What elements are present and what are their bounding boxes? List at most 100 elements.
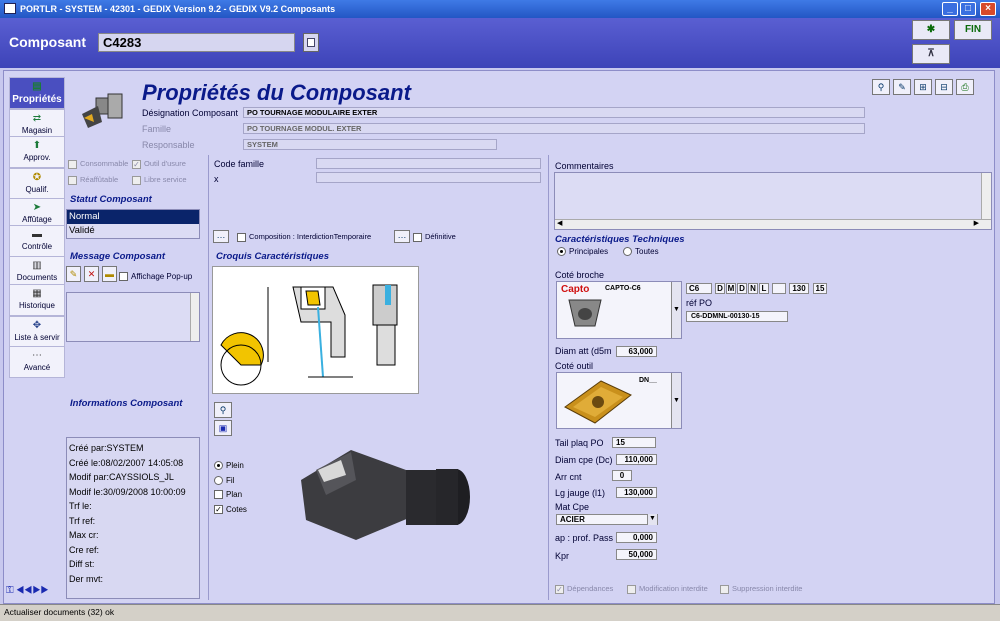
principales-radio[interactable] — [557, 247, 566, 257]
modif-interdite-option[interactable]: Modification interdite — [627, 584, 708, 594]
outil-usure-option[interactable]: ✓ Outil d'usure — [132, 159, 186, 169]
component-picker-button[interactable] — [303, 33, 319, 52]
search-icon[interactable]: ⚲ — [872, 79, 890, 95]
code-cell[interactable]: N — [748, 283, 758, 294]
code-cell[interactable]: M — [726, 283, 736, 294]
component-code-field[interactable]: C4283 — [98, 33, 295, 52]
code-cell[interactable] — [772, 283, 786, 294]
consommable-checkbox[interactable] — [68, 159, 77, 169]
commentaires-vscroll[interactable] — [981, 173, 991, 219]
message-textarea[interactable] — [66, 292, 200, 342]
commentaires-hscroll[interactable]: ◀ ▶ — [555, 219, 991, 229]
camera-icon[interactable]: ▣ — [214, 420, 232, 436]
libre-service-option[interactable]: Libre service — [132, 175, 187, 185]
maximize-button[interactable]: □ — [960, 2, 976, 16]
statut-item-normal[interactable]: Normal — [67, 210, 199, 224]
definitive-checkbox[interactable] — [413, 232, 422, 242]
zoom-icon[interactable]: ⚲ — [214, 402, 232, 418]
cote-broche-select[interactable]: Capto CAPTO-C6 ▼ — [556, 281, 682, 339]
toutes-radio[interactable] — [623, 247, 632, 257]
kpr-field[interactable]: 50,000 — [616, 549, 657, 560]
modif-interdite-checkbox[interactable] — [627, 584, 636, 594]
info-line: Cre ref: — [69, 544, 100, 555]
cote-outil-dropdown-icon[interactable]: ▼ — [671, 373, 681, 428]
dependances-option[interactable]: ✓ Dépendances — [555, 584, 613, 594]
responsable-field[interactable]: SYSTEM — [243, 139, 497, 150]
code-cell[interactable]: D — [715, 283, 725, 294]
definitive-more-button[interactable]: … — [394, 230, 410, 243]
sidebar-item-approv[interactable]: ⬆ Approv. — [9, 136, 65, 168]
sidebar-item-qualif[interactable]: ✪ Qualif. — [9, 168, 65, 200]
minimize-button[interactable]: _ — [942, 2, 958, 16]
famille-field[interactable]: PO TOURNAGE MODUL. EXTER — [243, 123, 865, 134]
popup-checkbox[interactable] — [119, 272, 128, 282]
view-plein-option[interactable]: Plein — [214, 459, 294, 474]
last-record-icon[interactable]: ▶ — [40, 585, 48, 596]
link-icon[interactable]: ⊟ — [935, 79, 953, 95]
sidebar-item-historique[interactable]: ▦ Historique — [9, 284, 65, 316]
mat-cpe-select[interactable]: ACIER ▼ — [556, 514, 658, 525]
view-plan-checkbox[interactable] — [214, 490, 223, 500]
code-famille-field[interactable] — [316, 158, 541, 169]
close-button[interactable]: × — [980, 2, 996, 16]
dependances-checkbox[interactable]: ✓ — [555, 584, 564, 594]
composition-more-button[interactable]: … — [213, 230, 229, 243]
tail-plaq-field[interactable]: 15 — [612, 437, 656, 448]
print-icon[interactable]: ⎙ — [956, 79, 974, 95]
view-fil-radio[interactable] — [214, 475, 223, 485]
sidebar-item-proprietes[interactable]: ▤ Propriétés — [9, 77, 65, 109]
sidebar-item-liste[interactable]: ✥ Liste à servir — [9, 316, 65, 348]
code-cell[interactable]: D — [737, 283, 747, 294]
lg-jauge-field[interactable]: 130,000 — [616, 487, 657, 498]
reaffutable-checkbox[interactable] — [68, 175, 77, 185]
consommable-option[interactable]: Consommable — [68, 159, 128, 169]
edit-icon[interactable]: ✎ — [893, 79, 911, 95]
statut-item-valide[interactable]: Validé — [67, 224, 199, 238]
network-icon[interactable]: ⊼ — [912, 44, 950, 64]
suppr-interdite-checkbox[interactable] — [720, 584, 729, 594]
code-cell[interactable]: 15 — [813, 283, 827, 294]
definitive-option[interactable]: Définitive — [413, 232, 456, 242]
ref-po-field[interactable]: C6-DDMNL-00130-15 — [686, 311, 788, 322]
famille-label: Famille — [142, 124, 172, 134]
suppr-interdite-option[interactable]: Suppression interdite — [720, 584, 802, 594]
delete-message-icon[interactable]: ✕ — [84, 266, 99, 282]
fin-button[interactable]: FIN — [954, 20, 992, 40]
tree-icon[interactable]: ⊞ — [914, 79, 932, 95]
sidebar-item-avance[interactable]: ⋯ Avancé — [9, 346, 65, 378]
view-plan-option[interactable]: Plan — [214, 488, 294, 503]
bug-icon[interactable]: ✱ — [912, 20, 950, 40]
divider — [548, 155, 549, 600]
lock-icon[interactable]: ⚿ — [6, 585, 14, 596]
view-fil-option[interactable]: Fil — [214, 474, 294, 489]
cote-broche-dropdown-icon[interactable]: ▼ — [671, 282, 681, 338]
x-field[interactable] — [316, 172, 541, 183]
composition-checkbox[interactable] — [237, 232, 246, 242]
reaffutable-option[interactable]: Réaffûtable — [68, 175, 118, 185]
designation-field[interactable]: PO TOURNAGE MODULAIRE EXTER — [243, 107, 865, 118]
cote-outil-select[interactable]: DN__ ▼ — [556, 372, 682, 429]
popup-option[interactable]: Affichage Pop-up — [119, 272, 192, 282]
composition-option[interactable]: Composition : InterdictionTemporaire — [237, 232, 371, 242]
message-scrollbar[interactable] — [190, 293, 199, 341]
libre-service-checkbox[interactable] — [132, 175, 141, 185]
note-message-icon[interactable]: ▬ — [102, 266, 117, 282]
toutes-option[interactable]: Toutes — [623, 247, 659, 257]
ap-field[interactable]: 0,000 — [616, 532, 657, 543]
principales-option[interactable]: Principales — [557, 247, 608, 257]
commentaires-textarea[interactable]: ◀ ▶ — [554, 172, 992, 230]
view-cotes-option[interactable]: ✓ Cotes — [214, 503, 294, 518]
code-cell[interactable]: 130 — [789, 283, 809, 294]
view-cotes-checkbox[interactable]: ✓ — [214, 504, 223, 514]
arr-cnt-field[interactable]: 0 — [612, 470, 632, 481]
edit-message-icon[interactable]: ✎ — [66, 266, 81, 282]
code-cell[interactable]: L — [759, 283, 769, 294]
sidebar-item-controle[interactable]: ▬ Contrôle — [9, 225, 65, 257]
view-plein-radio[interactable] — [214, 461, 223, 471]
mat-cpe-dropdown-icon[interactable]: ▼ — [647, 514, 657, 525]
outil-usure-checkbox[interactable]: ✓ — [132, 159, 141, 169]
documents-icon: ▥ — [32, 260, 42, 271]
diam-cpe-field[interactable]: 110,000 — [616, 454, 657, 465]
code-cell[interactable]: C6 — [686, 283, 712, 294]
diam-att-field[interactable]: 63,000 — [616, 346, 657, 357]
